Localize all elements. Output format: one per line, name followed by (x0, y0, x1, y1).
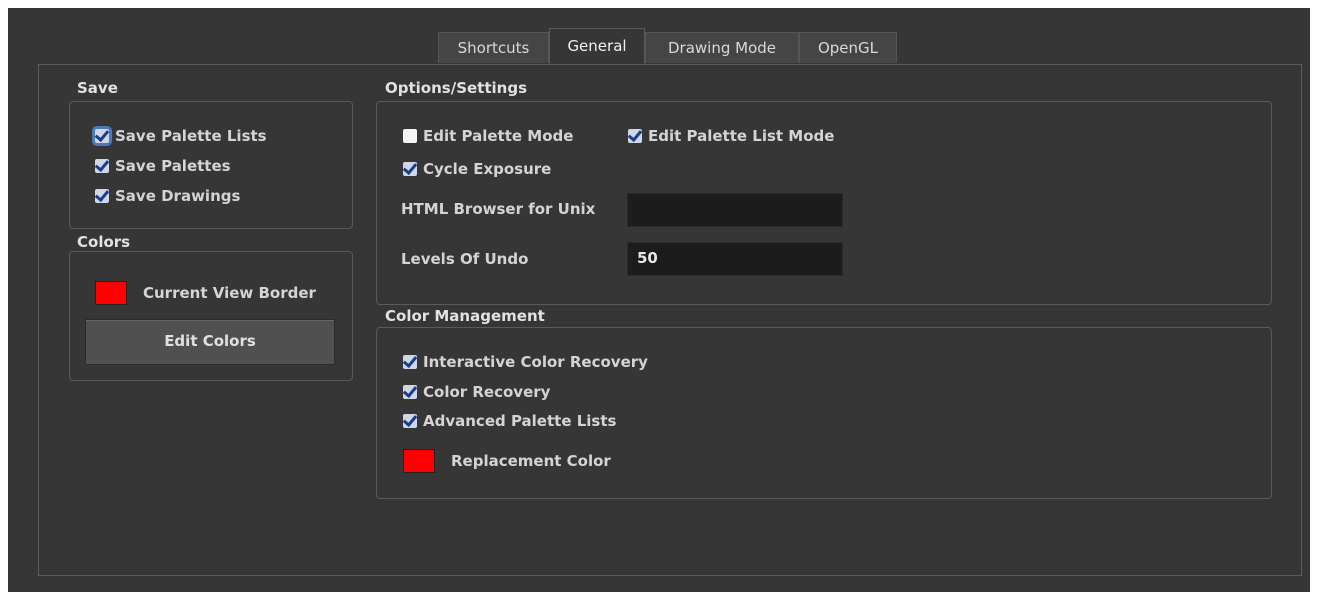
checkbox-checked-icon (403, 385, 417, 399)
checkbox-unchecked-icon (403, 129, 417, 143)
advanced-palette-lists-checkbox[interactable]: Advanced Palette Lists (403, 412, 616, 430)
tab-drawing-mode[interactable]: Drawing Mode (645, 32, 799, 63)
edit-palette-list-mode-checkbox[interactable]: Edit Palette List Mode (628, 127, 834, 145)
interactive-color-recovery-checkbox[interactable]: Interactive Color Recovery (403, 353, 648, 371)
checkbox-checked-icon (95, 129, 109, 143)
save-palettes-checkbox[interactable]: Save Palettes (95, 157, 231, 175)
save-group-title: Save (77, 79, 118, 97)
preferences-window: Shortcuts General Drawing Mode OpenGL Sa… (8, 8, 1310, 592)
edit-palette-mode-label: Edit Palette Mode (423, 127, 574, 145)
color-management-title: Color Management (385, 307, 545, 325)
replacement-color-swatch[interactable] (403, 449, 435, 473)
save-palettes-label: Save Palettes (115, 157, 231, 175)
checkbox-checked-icon (95, 189, 109, 203)
general-panel: Save Save Palette Lists Save Palettes Sa… (38, 64, 1302, 576)
save-palette-lists-checkbox[interactable]: Save Palette Lists (95, 127, 267, 145)
current-view-border-label: Current View Border (143, 284, 316, 302)
tab-shortcuts[interactable]: Shortcuts (438, 32, 549, 63)
levels-of-undo-input[interactable]: 50 (627, 242, 843, 276)
html-browser-label: HTML Browser for Unix (401, 200, 596, 218)
edit-palette-list-mode-label: Edit Palette List Mode (648, 127, 835, 145)
save-drawings-label: Save Drawings (115, 187, 241, 205)
current-view-border-swatch[interactable] (95, 281, 127, 305)
edit-colors-button[interactable]: Edit Colors (85, 319, 335, 365)
tab-opengl[interactable]: OpenGL (799, 32, 897, 63)
tab-general[interactable]: General (549, 28, 645, 64)
checkbox-checked-icon (95, 159, 109, 173)
colors-group-title: Colors (77, 233, 131, 251)
checkbox-checked-icon (403, 414, 417, 428)
save-drawings-checkbox[interactable]: Save Drawings (95, 187, 240, 205)
cycle-exposure-label: Cycle Exposure (423, 160, 552, 178)
checkbox-checked-icon (403, 355, 417, 369)
edit-palette-mode-checkbox[interactable]: Edit Palette Mode (403, 127, 573, 145)
interactive-color-recovery-label: Interactive Color Recovery (423, 353, 648, 371)
options-settings-title: Options/Settings (385, 79, 527, 97)
checkbox-checked-icon (628, 129, 642, 143)
levels-of-undo-label: Levels Of Undo (401, 250, 529, 268)
replacement-color-label: Replacement Color (451, 452, 611, 470)
save-palette-lists-label: Save Palette Lists (115, 127, 267, 145)
checkbox-checked-icon (403, 162, 417, 176)
color-recovery-label: Color Recovery (423, 383, 551, 401)
html-browser-input[interactable] (627, 193, 843, 227)
cycle-exposure-checkbox[interactable]: Cycle Exposure (403, 160, 551, 178)
color-recovery-checkbox[interactable]: Color Recovery (403, 383, 550, 401)
advanced-palette-lists-label: Advanced Palette Lists (423, 412, 617, 430)
